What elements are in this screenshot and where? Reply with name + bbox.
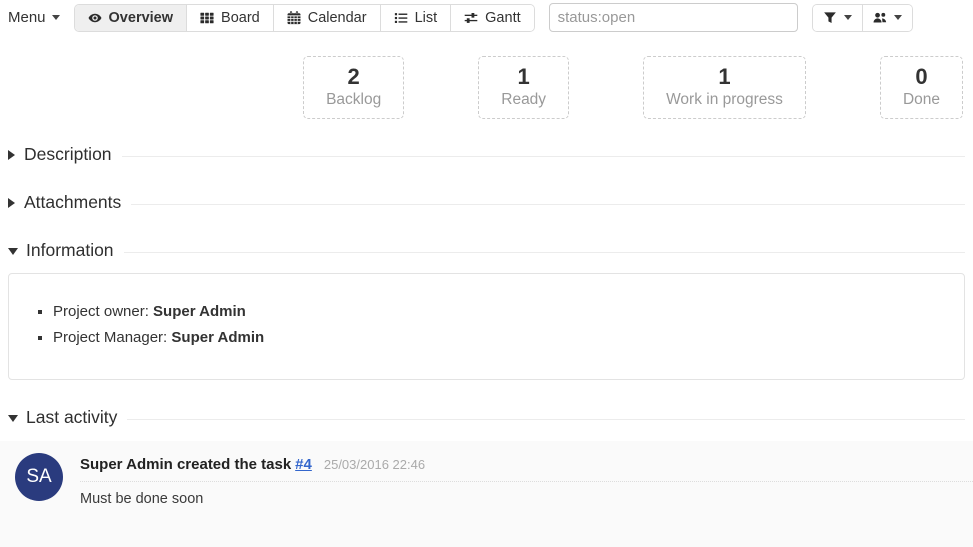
- stat-count: 2: [326, 64, 381, 90]
- info-value: Super Admin: [153, 303, 246, 320]
- menu-label: Menu: [8, 9, 46, 26]
- tab-label: Gantt: [485, 10, 520, 26]
- tab-label: Board: [221, 10, 260, 26]
- section-title: Information: [26, 240, 114, 261]
- top-toolbar: Menu Overview Board: [0, 0, 973, 35]
- filter-search-input[interactable]: [549, 3, 798, 32]
- users-dropdown-button[interactable]: [863, 5, 912, 31]
- stat-work-in-progress: 1 Work in progress: [643, 56, 806, 119]
- triangle-right-icon: [8, 150, 15, 160]
- filter-funnel-icon: [823, 11, 837, 25]
- menu-dropdown[interactable]: Menu: [8, 9, 60, 26]
- activity-timestamp: 25/03/2016 22:46: [324, 457, 425, 472]
- calendar-icon: [287, 11, 301, 25]
- avatar: SA: [15, 453, 63, 501]
- triangle-right-icon: [8, 198, 15, 208]
- tab-label: Calendar: [308, 10, 367, 26]
- section-attachments[interactable]: Attachments: [8, 192, 965, 213]
- info-item-project-manager: Project Manager: Super Admin: [53, 325, 952, 351]
- stat-label: Ready: [501, 91, 546, 109]
- section-title: Attachments: [24, 192, 121, 213]
- task-link[interactable]: #4: [295, 456, 312, 473]
- caret-down-icon: [844, 15, 852, 20]
- section-title: Description: [24, 144, 112, 165]
- info-label: Project owner:: [53, 303, 149, 320]
- search-container: [549, 3, 798, 32]
- filter-dropdown-button[interactable]: [813, 5, 863, 31]
- stat-backlog: 2 Backlog: [303, 56, 404, 119]
- eye-icon: [88, 11, 102, 25]
- tab-overview[interactable]: Overview: [75, 5, 188, 31]
- stat-count: 1: [666, 64, 783, 90]
- stat-label: Backlog: [326, 91, 381, 109]
- info-label: Project Manager:: [53, 329, 167, 346]
- users-icon: [873, 11, 887, 25]
- info-value: Super Admin: [171, 329, 264, 346]
- section-title: Last activity: [26, 407, 117, 428]
- column-stats-row: 2 Backlog 1 Ready 1 Work in progress 0 D…: [0, 35, 973, 119]
- tab-calendar[interactable]: Calendar: [274, 5, 381, 31]
- section-divider: [124, 252, 965, 253]
- section-divider: [127, 419, 965, 420]
- activity-body: Super Admin created the task#4 25/03/2016…: [80, 453, 973, 507]
- information-panel: Project owner: Super Admin Project Manag…: [8, 273, 965, 380]
- activity-title-text: Super Admin created the task: [80, 456, 291, 473]
- section-description[interactable]: Description: [8, 144, 965, 165]
- tab-label: List: [415, 10, 438, 26]
- tab-list[interactable]: List: [381, 5, 452, 31]
- list-icon: [394, 11, 408, 25]
- section-divider: [131, 204, 965, 205]
- activity-title: Super Admin created the task#4 25/03/2016…: [80, 456, 973, 482]
- triangle-down-icon: [8, 415, 18, 422]
- caret-down-icon: [52, 15, 60, 20]
- tab-gantt[interactable]: Gantt: [451, 5, 533, 31]
- information-list: Project owner: Super Admin Project Manag…: [21, 299, 952, 350]
- activity-comment: Must be done soon: [80, 491, 973, 507]
- filter-dropdown-group: [812, 4, 913, 32]
- section-information[interactable]: Information: [8, 240, 965, 261]
- activity-item: SA Super Admin created the task#4 25/03/2…: [0, 441, 973, 547]
- stat-done: 0 Done: [880, 56, 963, 119]
- triangle-down-icon: [8, 248, 18, 255]
- caret-down-icon: [894, 15, 902, 20]
- section-divider: [122, 156, 965, 157]
- board-grid-icon: [200, 11, 214, 25]
- view-switcher: Overview Board Calendar: [74, 4, 535, 32]
- sliders-icon: [464, 11, 478, 25]
- stat-ready: 1 Ready: [478, 56, 569, 119]
- stat-label: Done: [903, 91, 940, 109]
- stat-count: 0: [903, 64, 940, 90]
- section-last-activity[interactable]: Last activity: [8, 407, 965, 428]
- stat-label: Work in progress: [666, 91, 783, 109]
- stat-count: 1: [501, 64, 546, 90]
- tab-board[interactable]: Board: [187, 5, 274, 31]
- tab-label: Overview: [109, 10, 174, 26]
- info-item-project-owner: Project owner: Super Admin: [53, 299, 952, 325]
